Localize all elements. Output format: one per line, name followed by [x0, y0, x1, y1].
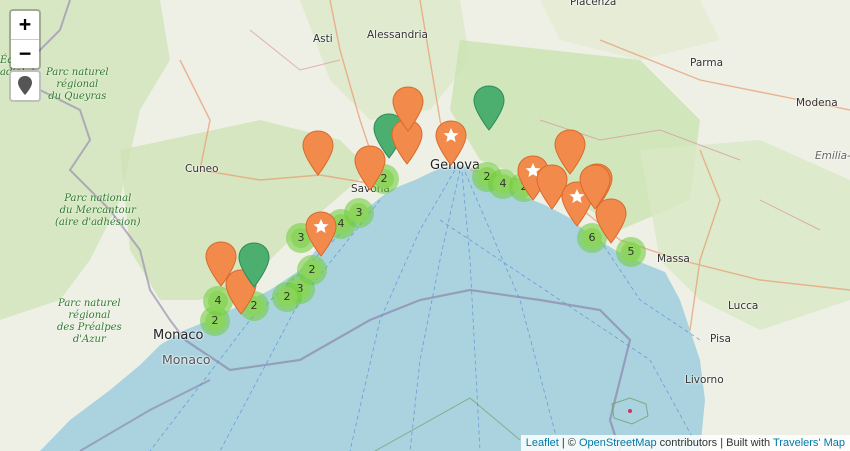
location-pin-marker[interactable]: [301, 129, 335, 177]
place-label-massa: Massa: [657, 253, 690, 265]
place-label-lucca: Lucca: [728, 300, 759, 312]
place-label-emilia: Emilia-: [815, 150, 850, 162]
attribution: Leaflet | © OpenStreetMap contributors |…: [520, 435, 850, 451]
zoom-control: + −: [9, 9, 41, 70]
location-pin-marker[interactable]: [237, 241, 271, 289]
pin-icon: [435, 120, 467, 166]
park-label-mercantour: Parc national du Mercantour (aire d'adhési…: [55, 193, 141, 228]
place-label-modena: Modena: [796, 97, 838, 109]
pin-icon: [305, 211, 337, 257]
place-label-monaco-sea: Monaco: [162, 352, 211, 367]
place-label-alessandria: Alessandria: [367, 29, 428, 41]
place-label-pisa: Pisa: [710, 333, 731, 345]
location-pin-marker[interactable]: [472, 84, 506, 132]
cluster-marker[interactable]: 2: [297, 255, 327, 285]
travelers-map-link[interactable]: Travelers' Map: [773, 437, 845, 449]
osm-link[interactable]: OpenStreetMap: [579, 437, 657, 449]
location-pin-marker[interactable]: [304, 210, 338, 258]
leaflet-link[interactable]: Leaflet: [526, 437, 559, 449]
park-label-prealpes: Parc naturel régional des Préalpes d'Azur: [57, 298, 122, 345]
pin-icon: [579, 164, 611, 210]
cluster-marker[interactable]: 3: [344, 198, 374, 228]
pin-icon: [473, 85, 505, 131]
place-label-asti: Asti: [313, 33, 333, 45]
map-marker-icon: [18, 76, 32, 95]
pin-icon: [238, 242, 270, 288]
map[interactable]: Asti Alessandria Piacenza Parma Modena E…: [0, 0, 850, 451]
place-label-monaco: Monaco: [153, 328, 204, 343]
location-pin-marker[interactable]: [578, 163, 612, 211]
zoom-out-button[interactable]: −: [11, 39, 39, 68]
location-pin-marker[interactable]: [434, 119, 468, 167]
place-label-cuneo: Cuneo: [185, 163, 219, 175]
location-pin-marker[interactable]: [391, 85, 425, 133]
place-label-parma: Parma: [690, 57, 724, 69]
cluster-marker[interactable]: 2: [272, 282, 302, 312]
place-label-piacenza: Piacenza: [570, 0, 617, 8]
locate-button[interactable]: [9, 70, 41, 102]
place-label-livorno: Livorno: [685, 374, 724, 386]
park-label-queyras: Parc naturel régional du Queyras: [46, 67, 109, 102]
zoom-in-button[interactable]: +: [11, 11, 39, 39]
pin-icon: [392, 86, 424, 132]
pin-icon: [302, 130, 334, 176]
